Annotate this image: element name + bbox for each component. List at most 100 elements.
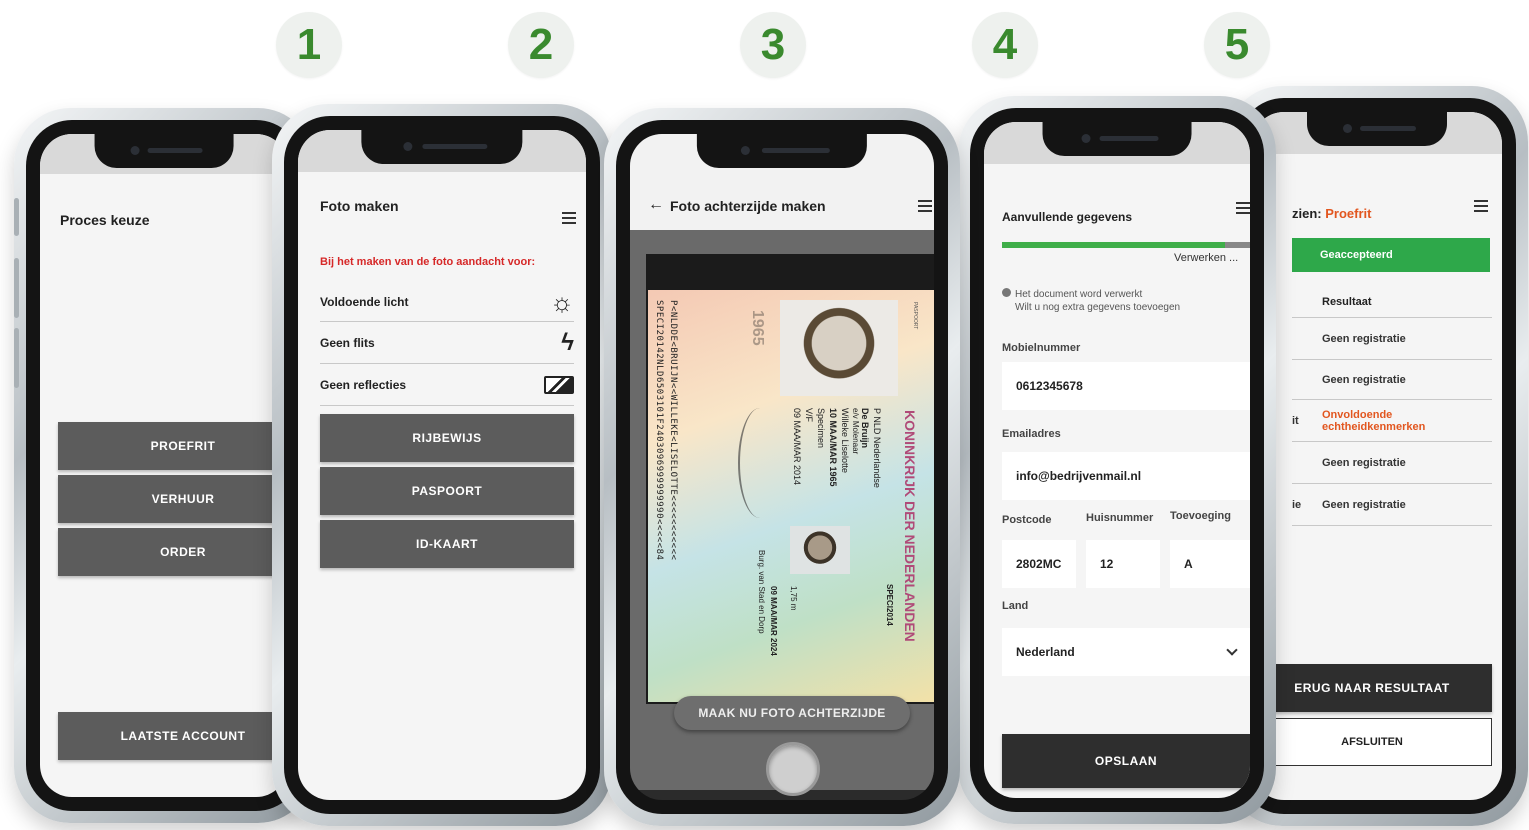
notch [361,130,523,164]
passport-spouse: e/v Molenaar [851,408,860,455]
passport-expiry-date: 09 MAA/MAR 2024 [769,586,778,656]
passport-photo [780,300,898,396]
passport-sex: V/F [804,408,814,423]
passport-surname: De Bruijn [860,408,870,449]
mobile-field[interactable]: 0612345678 [1002,362,1250,410]
step-number-2: 2 [508,12,574,78]
postcode-label: Postcode [1002,514,1052,526]
passport-photo-small [790,526,850,574]
notch [696,134,868,168]
opslaan-button[interactable]: OPSLAAN [1002,734,1250,788]
land-label: Land [1002,600,1029,612]
hamburger-icon[interactable] [562,212,576,224]
passport-year-mark: 1965 [749,310,766,346]
check-row-flash: Geen flits ϟ [320,322,574,364]
land-select[interactable]: Nederland [1002,628,1250,676]
chevron-down-icon [1226,644,1238,656]
side-button [14,198,19,236]
check-row-reflection: Geen reflecties [320,364,574,406]
toevoeging-label: Toevoeging [1170,510,1231,522]
screen: Proces keuze PROEFRIT VERHUUR ORDER LAAT… [40,134,288,797]
passport-signature [738,408,782,518]
progress-label: Verwerken ... [1174,252,1239,264]
passport-authority: Burg. van Stad en Dorp [757,550,766,634]
side-button [14,258,19,318]
status-badge: Geaccepteerd [1292,238,1490,272]
page-title: Proces keuze [60,212,150,228]
passport-height: 1,75 m [789,586,798,611]
step-number-1: 1 [276,12,342,78]
screen: Aanvullende gegevens Verwerken ... Het d… [984,122,1250,798]
screen: zien: Proefrit Geaccepteerd Resultaat Ge… [1252,112,1502,800]
passport-code: SPECI2014 [885,584,894,626]
reflection-icon [544,375,574,394]
result-header: Resultaat [1292,286,1492,318]
result-row: Geen registratie [1292,442,1492,484]
mrz-line-1: P<NLDDE<BRUIJN<<WILLEKE<LISELOTTE<<<<<<<… [668,300,678,561]
marketing-stage: 1 2 3 4 5 Proces keuze PROEFRIT VERHUUR … [0,0,1529,830]
passport-nationality: P NLD Nederlandse [872,408,882,488]
step-number-5: 5 [1204,12,1270,78]
step-number-3: 3 [740,12,806,78]
progress-fill [1002,242,1226,248]
result-row: Geen registratie [1292,360,1492,400]
page-title: Aanvullende gegevens [1002,210,1133,224]
proefrit-button[interactable]: PROEFRIT [58,422,288,470]
page-title: zien: Proefrit [1292,206,1372,221]
rijbewijs-button[interactable]: RIJBEWIJS [320,414,574,462]
passport-given-names: Willeke Liselotte [840,408,850,474]
result-row: ie Geen registratie [1292,484,1492,526]
phone-foto-achterzijde: ← Foto achterzijde maken KONINKRIJK DER … [604,108,960,826]
process-type: Proefrit [1325,206,1372,221]
hamburger-icon[interactable] [1474,200,1488,212]
hamburger-icon[interactable] [918,200,932,212]
passport-doctype: PASPOORT [912,302,918,330]
postcode-field[interactable]: 2802MC [1002,540,1076,588]
screen: ← Foto achterzijde maken KONINKRIJK DER … [630,134,934,800]
warning-result: Onvoldoende echtheidkenmerken [1322,408,1426,433]
mrz-line-2: SPECI20142NLD6503101F2403096999999990<<<… [654,300,664,561]
passport-document: KONINKRIJK DER NEDERLANDEN PASPOORT SPEC… [648,290,934,702]
back-to-result-button[interactable]: ERUG NAAR RESULTAAT [1252,664,1492,712]
capture-back-button[interactable]: MAAK NU FOTO ACHTERZIJDE [674,696,910,730]
huisnummer-field[interactable]: 12 [1086,540,1160,588]
passport-birth-date: 10 MAA/MAR 1965 [828,408,838,487]
laatste-account-button[interactable]: LAATSTE ACCOUNT [58,712,288,760]
phone-proces-keuze: Proces keuze PROEFRIT VERHUUR ORDER LAAT… [14,108,314,823]
passport-birth-place: Specimen [816,408,826,449]
id-kaart-button[interactable]: ID-KAART [320,520,574,568]
info-message: Het document word verwerkt Wilt u nog ex… [1002,288,1180,314]
result-row: Geen registratie [1292,318,1492,360]
toevoeging-field[interactable]: A [1170,540,1250,588]
side-button [14,328,19,388]
check-row-light: Voldoende licht ☼ [320,282,574,322]
arrow-left-icon[interactable]: ← [648,196,664,214]
email-label: Emailadres [1002,428,1061,440]
verhuur-button[interactable]: VERHUUR [58,475,288,523]
mobile-label: Mobielnummer [1002,342,1081,354]
email-field[interactable]: info@bedrijvenmail.nl [1002,452,1250,500]
page-title: Foto maken [320,198,399,214]
notch [1307,112,1447,146]
result-row: it Onvoldoende echtheidkenmerken [1292,400,1492,442]
passport-country: KONINKRIJK DER NEDERLANDEN [902,410,918,642]
passport-issue-date: 09 MAA/MAR 2014 [792,408,802,486]
order-button[interactable]: ORDER [58,528,288,576]
info-icon [1002,288,1011,297]
shutter-button[interactable] [766,742,820,796]
screen: Foto maken Bij het maken van de foto aan… [298,130,586,800]
camera-viewfinder: KONINKRIJK DER NEDERLANDEN PASPOORT SPEC… [646,254,934,704]
paspoort-button[interactable]: PASPOORT [320,467,574,515]
warning-text: Bij het maken van de foto aandacht voor: [320,256,536,268]
hamburger-icon[interactable] [1236,202,1250,214]
notch [1042,122,1192,156]
afsluiten-button[interactable]: AFSLUITEN [1252,718,1492,766]
notch [94,134,234,168]
step-number-4: 4 [972,12,1038,78]
progress-track [1002,242,1250,248]
phone-aanvullende-gegevens: Aanvullende gegevens Verwerken ... Het d… [958,96,1276,824]
page-title: Foto achterzijde maken [670,198,826,214]
phone-foto-maken: Foto maken Bij het maken van de foto aan… [272,104,612,826]
sun-icon: ☼ [550,286,574,317]
huisnummer-label: Huisnummer [1086,512,1154,524]
